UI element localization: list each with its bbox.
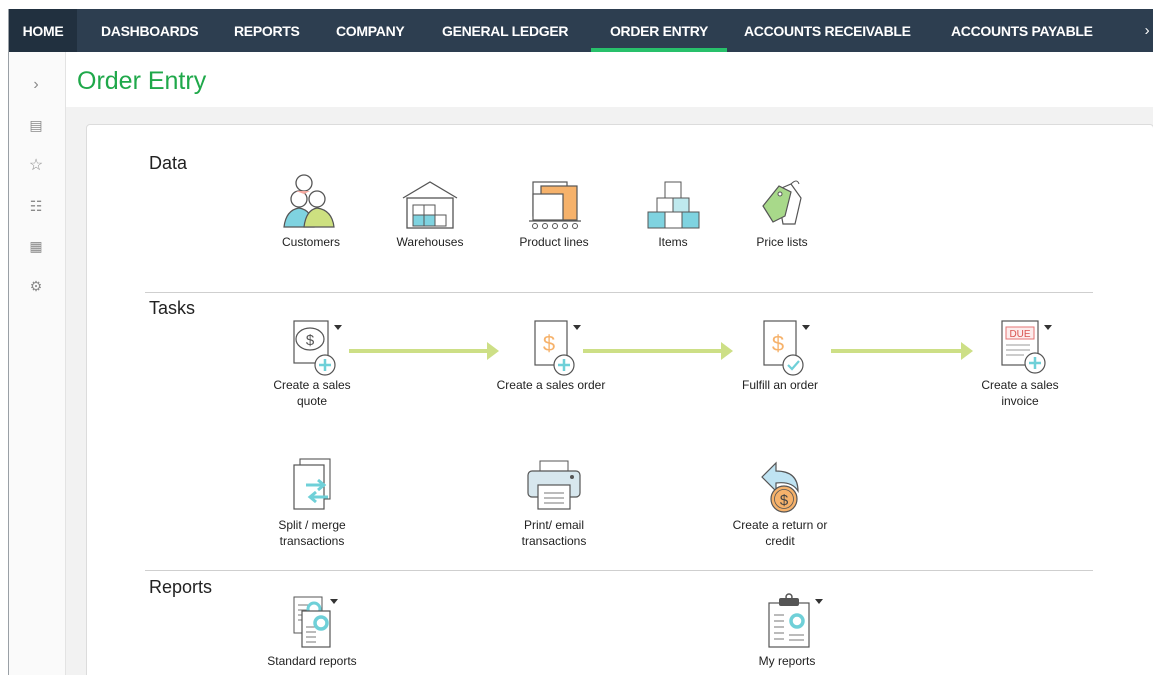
product-lines-icon: [529, 181, 581, 229]
tile-standard-reports[interactable]: Standard reports: [251, 591, 373, 669]
svg-text:$: $: [772, 331, 784, 356]
top-nav: HOME DASHBOARDS REPORTS COMPANY GENERAL …: [9, 9, 1153, 52]
tile-customers[interactable]: Customers: [265, 172, 357, 250]
tile-fulfill-order[interactable]: $ Fulfill an order: [725, 315, 835, 393]
svg-text:$: $: [306, 332, 315, 349]
tile-label: Create a return or credit: [732, 518, 828, 548]
tile-label: Items: [658, 235, 688, 249]
document-icon[interactable]: ▦: [27, 237, 45, 255]
tile-my-reports[interactable]: My reports: [732, 591, 842, 669]
tile-create-sales-order[interactable]: $ Create a sales order: [483, 315, 619, 393]
sales-quote-icon: $: [293, 320, 342, 376]
my-reports-clipboard-icon: [768, 593, 823, 648]
customers-icon: [283, 174, 335, 228]
tile-label: Product lines: [519, 235, 589, 249]
tile-label: Print/ email transactions: [521, 518, 587, 548]
section-title-tasks: Tasks: [149, 298, 196, 318]
tile-price-lists[interactable]: Price lists: [742, 172, 822, 250]
tile-product-lines[interactable]: Product lines: [501, 172, 607, 250]
tile-items[interactable]: Items: [633, 172, 713, 250]
tile-label: Standard reports: [267, 654, 357, 668]
svg-text:$: $: [543, 331, 555, 356]
tile-print-email-transactions[interactable]: Print/ email transactions: [499, 455, 609, 549]
report-icon[interactable]: ☷: [27, 197, 45, 215]
items-boxes-icon: [647, 181, 700, 229]
app-window: HOME DASHBOARDS REPORTS COMPANY GENERAL …: [8, 9, 1153, 675]
chevron-right-icon[interactable]: ›: [27, 76, 45, 94]
price-tag-icon: [762, 180, 802, 225]
tile-create-return-credit[interactable]: $ Create a return or credit: [717, 455, 843, 549]
tile-label: Split / merge transactions: [278, 518, 346, 548]
tile-split-merge-transactions[interactable]: Split / merge transactions: [257, 455, 367, 549]
workflow-arrow: [831, 342, 973, 360]
tile-create-sales-invoice[interactable]: DUE Create a sales invoice: [965, 315, 1075, 409]
divider: [145, 570, 1093, 571]
sales-order-icon: $: [534, 320, 581, 376]
tile-label: Create a sales order: [496, 378, 606, 392]
section-title-reports: Reports: [149, 577, 213, 597]
section-title-data: Data: [149, 153, 188, 173]
tile-label: Customers: [281, 235, 340, 249]
nav-accounts-payable[interactable]: ACCOUNTS PAYABLE: [951, 9, 1093, 52]
tile-label: Create a sales invoice: [981, 378, 1059, 408]
tile-warehouses[interactable]: Warehouses: [384, 172, 476, 250]
return-credit-icon: $: [761, 461, 799, 513]
tile-label: Price lists: [756, 235, 808, 249]
star-icon[interactable]: ☆: [27, 156, 45, 174]
warehouse-icon: [402, 181, 458, 229]
list-icon[interactable]: ▤: [27, 116, 45, 134]
nav-dashboards[interactable]: DASHBOARDS: [101, 9, 199, 52]
page-title: Order Entry: [77, 67, 207, 95]
tile-create-sales-quote[interactable]: $ Create a sales quote: [257, 315, 367, 409]
nav-order-entry[interactable]: ORDER ENTRY: [591, 9, 727, 52]
nav-home[interactable]: HOME: [9, 9, 77, 52]
printer-icon: [527, 460, 581, 510]
nav-reports[interactable]: REPORTS: [234, 9, 300, 52]
tile-label: Fulfill an order: [741, 378, 819, 392]
content-panel: Data Customers Warehouses Product lines …: [86, 124, 1153, 675]
tile-label: My reports: [758, 654, 816, 668]
svg-text:$: $: [780, 492, 789, 509]
nav-company[interactable]: COMPANY: [336, 9, 405, 52]
invoice-due-badge: DUE: [1009, 329, 1030, 340]
nav-general-ledger[interactable]: GENERAL LEDGER: [442, 9, 569, 52]
left-rail: › ▤ ☆ ☷ ▦ ⚙: [9, 52, 66, 675]
tile-label: Warehouses: [396, 235, 464, 249]
fulfill-order-icon: $: [763, 320, 810, 376]
standard-reports-icon: [293, 596, 338, 648]
nav-more-chevron-icon[interactable]: ›: [1140, 9, 1153, 52]
gear-icon[interactable]: ⚙: [27, 277, 45, 295]
nav-accounts-receivable[interactable]: ACCOUNTS RECEIVABLE: [744, 9, 911, 52]
divider: [145, 292, 1093, 293]
tile-label: Create a sales quote: [273, 378, 351, 408]
invoice-due-icon: DUE: [1001, 320, 1052, 374]
workflow-arrow: [349, 342, 499, 360]
split-merge-icon: [293, 458, 331, 510]
